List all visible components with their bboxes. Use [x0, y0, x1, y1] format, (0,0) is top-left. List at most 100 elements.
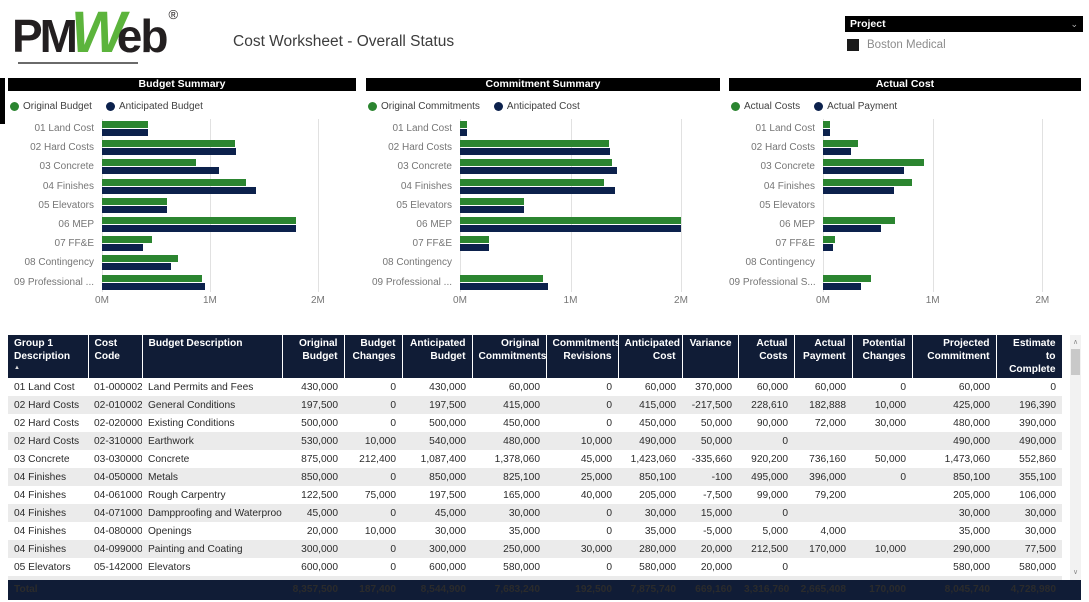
- table-cell[interactable]: 30,000: [546, 540, 618, 558]
- table-cell[interactable]: 04 Finishes: [8, 540, 88, 558]
- table-cell[interactable]: 490,000: [618, 432, 682, 450]
- table-cell[interactable]: [852, 558, 912, 576]
- table-cell[interactable]: 5,000: [738, 522, 794, 540]
- table-cell[interactable]: 212,500: [738, 540, 794, 558]
- table-cell[interactable]: 850,100: [618, 468, 682, 486]
- table-cell[interactable]: 04 Finishes: [8, 522, 88, 540]
- column-header-actual-costs[interactable]: Actual Costs: [738, 335, 794, 378]
- table-cell[interactable]: -7,500: [682, 486, 738, 504]
- table-cell[interactable]: 300,000: [402, 540, 472, 558]
- table-cell[interactable]: [794, 558, 852, 576]
- bar-original-budget[interactable]: [102, 140, 235, 147]
- table-cell[interactable]: 40,000: [546, 486, 618, 504]
- table-cell[interactable]: 0: [546, 504, 618, 522]
- table-cell[interactable]: Painting and Coating: [142, 540, 282, 558]
- table-cell[interactable]: 920,200: [738, 450, 794, 468]
- table-cell[interactable]: 450,000: [472, 414, 546, 432]
- table-cell[interactable]: 182,888: [794, 396, 852, 414]
- project-slicer-header[interactable]: Project ⌄: [845, 16, 1083, 32]
- table-cell[interactable]: 30,000: [472, 504, 546, 522]
- table-cell[interactable]: 0: [738, 432, 794, 450]
- bar-actual-payment[interactable]: [823, 244, 833, 251]
- table-row[interactable]: 03 Concrete03-030000Concrete875,000212,4…: [8, 450, 1062, 468]
- table-cell[interactable]: 106,000: [996, 486, 1062, 504]
- table-cell[interactable]: 02-310000: [88, 432, 142, 450]
- bar-original-commitments[interactable]: [460, 217, 681, 224]
- bar-original-budget[interactable]: [102, 275, 202, 282]
- column-header-original-budget[interactable]: Original Budget: [282, 335, 344, 378]
- bar-original-budget[interactable]: [102, 236, 152, 243]
- table-cell[interactable]: 396,000: [794, 468, 852, 486]
- table-cell[interactable]: 0: [546, 378, 618, 396]
- table-cell[interactable]: 30,000: [402, 522, 472, 540]
- table-cell[interactable]: 60,000: [794, 378, 852, 396]
- table-cell[interactable]: 430,000: [282, 378, 344, 396]
- table-row[interactable]: 05 Elevators05-142000Elevators600,000060…: [8, 558, 1062, 576]
- scrollbar-thumb[interactable]: [1071, 349, 1080, 375]
- table-cell[interactable]: 0: [546, 396, 618, 414]
- table-cell[interactable]: 430,000: [402, 378, 472, 396]
- table-cell[interactable]: 850,100: [912, 468, 996, 486]
- table-cell[interactable]: 01-000002: [88, 378, 142, 396]
- bar-anticipated-cost[interactable]: [460, 225, 681, 232]
- table-cell[interactable]: 10,000: [344, 522, 402, 540]
- table-cell[interactable]: 0: [344, 378, 402, 396]
- table-cell[interactable]: 355,100: [996, 468, 1062, 486]
- table-cell[interactable]: 0: [344, 396, 402, 414]
- table-cell[interactable]: 20,000: [282, 522, 344, 540]
- table-cell[interactable]: 04-050000: [88, 468, 142, 486]
- slicer-item-boston-medical[interactable]: Boston Medical: [847, 39, 1083, 51]
- table-cell[interactable]: 45,000: [546, 450, 618, 468]
- bar-anticipated-budget[interactable]: [102, 283, 205, 290]
- table-cell[interactable]: 1,378,060: [472, 450, 546, 468]
- table-cell[interactable]: Existing Conditions: [142, 414, 282, 432]
- bar-actual-costs[interactable]: [823, 236, 835, 243]
- table-cell[interactable]: 03-030000: [88, 450, 142, 468]
- bar-actual-costs[interactable]: [823, 217, 895, 224]
- bar-original-commitments[interactable]: [460, 159, 612, 166]
- column-header-budget-description[interactable]: Budget Description: [142, 335, 282, 378]
- column-header-estimate-to-complete[interactable]: Estimate to Complete: [996, 335, 1062, 378]
- table-row[interactable]: 04 Finishes04-061000Rough Carpentry122,5…: [8, 486, 1062, 504]
- table-cell[interactable]: 170,000: [794, 540, 852, 558]
- table-cell[interactable]: 290,000: [912, 540, 996, 558]
- table-cell[interactable]: 45,000: [282, 504, 344, 522]
- table-cell[interactable]: 495,000: [738, 468, 794, 486]
- table-cell[interactable]: -217,500: [682, 396, 738, 414]
- table-cell[interactable]: 60,000: [472, 378, 546, 396]
- table-cell[interactable]: 02 Hard Costs: [8, 396, 88, 414]
- table-cell[interactable]: 212,400: [344, 450, 402, 468]
- table-cell[interactable]: 25,000: [546, 468, 618, 486]
- table-cell[interactable]: Land Permits and Fees: [142, 378, 282, 396]
- table-cell[interactable]: 280,000: [618, 540, 682, 558]
- table-cell[interactable]: 1,423,060: [618, 450, 682, 468]
- table-cell[interactable]: 20,000: [682, 558, 738, 576]
- table-cell[interactable]: 30,000: [996, 522, 1062, 540]
- column-header-variance[interactable]: Variance: [682, 335, 738, 378]
- table-cell[interactable]: 45,000: [402, 504, 472, 522]
- table-cell[interactable]: 05-142000: [88, 558, 142, 576]
- bar-original-budget[interactable]: [102, 121, 148, 128]
- table-cell[interactable]: [852, 504, 912, 522]
- table-cell[interactable]: [852, 486, 912, 504]
- table-cell[interactable]: 75,000: [344, 486, 402, 504]
- table-cell[interactable]: 0: [344, 558, 402, 576]
- bar-anticipated-cost[interactable]: [460, 167, 617, 174]
- table-cell[interactable]: 15,000: [682, 504, 738, 522]
- table-cell[interactable]: 0: [344, 504, 402, 522]
- table-cell[interactable]: 04-061000: [88, 486, 142, 504]
- table-cell[interactable]: 600,000: [402, 558, 472, 576]
- table-cell[interactable]: 02-010002: [88, 396, 142, 414]
- column-header-anticipated-cost[interactable]: Anticipated Cost: [618, 335, 682, 378]
- table-cell[interactable]: 04 Finishes: [8, 468, 88, 486]
- bar-actual-payment[interactable]: [823, 225, 881, 232]
- column-header-budget-changes[interactable]: Budget Changes: [344, 335, 402, 378]
- table-cell[interactable]: 390,000: [996, 414, 1062, 432]
- table-cell[interactable]: 600,000: [282, 558, 344, 576]
- bar-actual-payment[interactable]: [823, 167, 904, 174]
- table-cell[interactable]: 540,000: [402, 432, 472, 450]
- table-cell[interactable]: 370,000: [682, 378, 738, 396]
- column-header-cost-code[interactable]: Cost Code: [88, 335, 142, 378]
- table-cell[interactable]: 4,000: [794, 522, 852, 540]
- table-cell[interactable]: 875,000: [282, 450, 344, 468]
